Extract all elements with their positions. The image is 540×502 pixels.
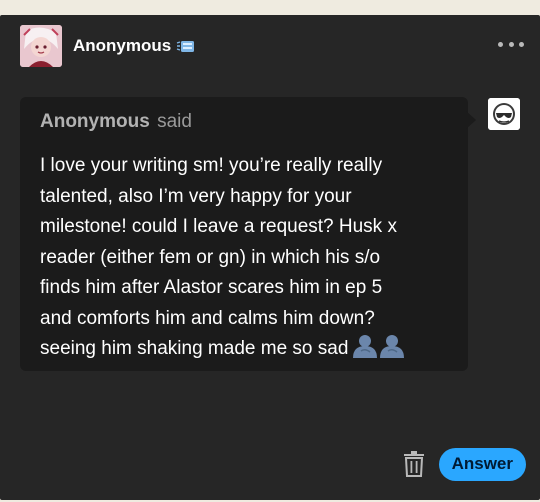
question-line: talented, also I’m very happy for your: [40, 185, 352, 207]
blog-avatar[interactable]: [20, 25, 62, 67]
bubble-tail: [466, 111, 476, 129]
asker-line: Anonymous said: [40, 111, 192, 133]
more-dot: [498, 41, 503, 47]
question-line: and comforts him and calms him down?: [40, 307, 375, 329]
people-hugging-emoji: [351, 334, 407, 369]
more-dot: [508, 41, 514, 47]
ask-post-card: Anonymous Anonymous said I love your wri…: [0, 15, 540, 500]
question-line: finds him after Alastor scares him in ep…: [40, 277, 383, 298]
ask-bubble: Anonymous said I love your writing sm! y…: [20, 97, 468, 371]
question-line-text: seeing him shaking made me so sad: [40, 338, 349, 359]
post-header: Anonymous: [20, 25, 196, 67]
blog-name[interactable]: Anonymous: [73, 36, 171, 56]
asker-said-label: said: [157, 111, 192, 132]
trash-icon[interactable]: [403, 451, 425, 477]
blog-avatar-image: [20, 25, 62, 67]
more-dot: [519, 41, 524, 47]
asker-name: Anonymous: [40, 111, 150, 132]
question-line: I love your writing sm! you’re really re…: [40, 155, 383, 176]
question-text: I love your writing sm! you’re really re…: [40, 151, 450, 369]
more-options-button[interactable]: [498, 37, 524, 51]
answer-button[interactable]: Answer: [438, 447, 526, 481]
blue-sticker-badge-icon: [176, 37, 196, 55]
anonymous-sunglasses-avatar[interactable]: [488, 98, 520, 130]
question-line-last: seeing him shaking made me so sad: [40, 334, 450, 369]
question-line: milestone! could I leave a request? Husk…: [40, 216, 397, 237]
question-line: reader (either fem or gn) in which his s…: [40, 246, 381, 268]
post-footer: Answer: [403, 447, 526, 481]
